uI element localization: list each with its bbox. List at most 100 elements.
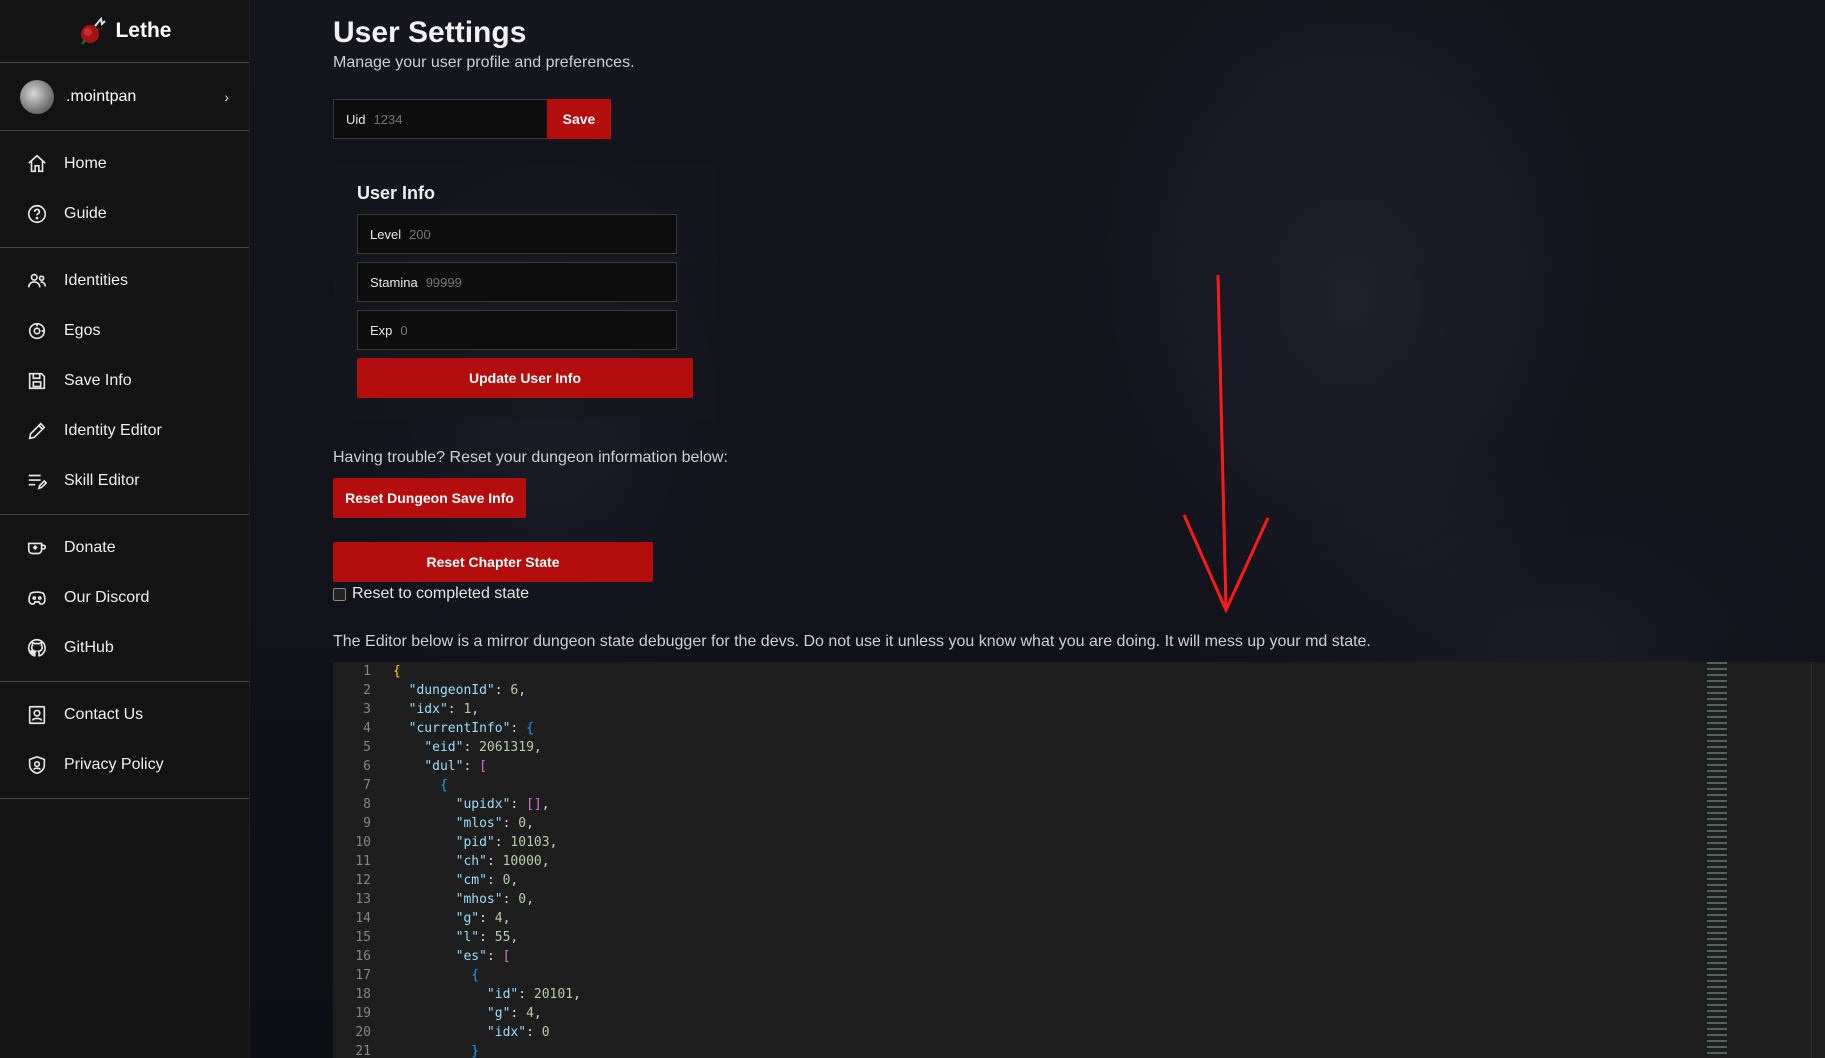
line-code: { [471, 968, 480, 983]
line-number: 12 [355, 873, 371, 888]
sidebar-item-label: Our Discord [64, 589, 150, 606]
line-number: 8 [363, 797, 371, 812]
home-icon [28, 154, 46, 173]
code-lines: 1{2 "dungeonId": 6, 3 "idx": 1, 4 "current… [333, 662, 581, 1058]
uid-form: Uid Save [333, 99, 611, 139]
sidebar-item-save-info[interactable]: Save Info [0, 356, 249, 406]
update-user-info-button[interactable]: Update User Info [357, 358, 693, 398]
save-uid-button[interactable]: Save [547, 99, 611, 139]
user-name: .mointpan [66, 87, 137, 105]
stamina-input[interactable] [425, 274, 676, 290]
editor-warning-text: The Editor below is a mirror dungeon sta… [333, 633, 1371, 650]
list-edit-icon [28, 474, 48, 490]
line-code: "g": 4, [455, 911, 511, 926]
line-number: 21 [355, 1044, 371, 1058]
sidebar-group: Home Guide [0, 131, 249, 248]
reset-completed-checkbox[interactable] [333, 587, 346, 601]
contact-icon [28, 705, 46, 725]
line-number: 15 [355, 930, 371, 945]
code-line: 7 { [333, 776, 581, 795]
line-number: 18 [355, 987, 371, 1002]
code-line: 21 } [333, 1042, 581, 1058]
exp-label: Exp [370, 322, 393, 338]
line-code: "l": 55, [455, 930, 519, 945]
line-code: { [439, 778, 448, 793]
reset-completed-option[interactable]: Reset to completed state [333, 585, 529, 603]
line-code: "idx": 0 [486, 1025, 550, 1040]
github-icon [27, 638, 46, 657]
code-line: 13 "mhos": 0, [333, 890, 581, 909]
ego-icon [28, 322, 46, 340]
line-number: 13 [355, 892, 371, 907]
sidebar-item-donate[interactable]: Donate [0, 523, 249, 573]
reset-help-text: Having trouble? Reset your dungeon infor… [333, 449, 728, 466]
line-code: "mhos": 0, [455, 892, 534, 907]
user-menu[interactable]: .mointpan › [0, 63, 249, 131]
page-subtitle: Manage your user profile and preferences… [333, 54, 635, 71]
sidebar-item-label: Guide [64, 205, 107, 222]
arrow-shaft [1216, 274, 1228, 609]
line-code: "idx": 1, [408, 702, 480, 717]
sidebar-item-identities[interactable]: Identities [0, 256, 249, 306]
sidebar-item-github[interactable]: GitHub [0, 623, 249, 673]
code-line: 16 "es": [ [333, 947, 581, 966]
line-code: "pid": 10103, [455, 835, 558, 850]
sidebar-item-label: Skill Editor [64, 472, 140, 489]
line-number: 19 [355, 1006, 371, 1021]
sidebar-group: Identities Egos Save Info Identity Editor Sk… [0, 248, 249, 515]
sidebar-item-guide[interactable]: Guide [0, 189, 249, 239]
sidebar-item-home[interactable]: Home [0, 139, 249, 189]
lethe-logo-icon [81, 16, 107, 45]
json-code-editor[interactable]: 1{2 "dungeonId": 6, 3 "idx": 1, 4 "current… [333, 662, 1825, 1058]
reset-chapter-state-button[interactable]: Reset Chapter State [333, 542, 653, 582]
red-arrow-annotation [1182, 274, 1270, 614]
app-name: Lethe [115, 19, 172, 42]
stamina-field[interactable]: Stamina [357, 262, 677, 302]
code-line: 8 "upidx": [], [333, 795, 581, 814]
sidebar-item-identity-editor[interactable]: Identity Editor [0, 406, 249, 456]
uid-input[interactable] [373, 111, 547, 127]
sidebar-item-contact-us[interactable]: Contact Us [0, 690, 249, 740]
code-line: 19 "g": 4, [333, 1004, 581, 1023]
reset-dungeon-save-button[interactable]: Reset Dungeon Save Info [333, 478, 526, 518]
exp-input[interactable] [400, 322, 676, 338]
chevron-right-icon: › [224, 88, 229, 105]
user-info-title: User Info [357, 183, 436, 203]
code-line: 10 "pid": 10103, [333, 833, 581, 852]
uid-field[interactable]: Uid [333, 99, 547, 139]
level-input[interactable] [409, 226, 676, 242]
code-line: 4 "currentInfo": { [333, 719, 581, 738]
code-line: 1{ [333, 662, 581, 681]
line-number: 2 [363, 683, 371, 698]
line-code: { [393, 664, 401, 679]
code-line: 15 "l": 55, [333, 928, 581, 947]
sidebar-item-label: Egos [64, 322, 101, 339]
editor-scrollbar[interactable] [1811, 662, 1825, 1058]
sidebar-item-egos[interactable]: Egos [0, 306, 249, 356]
line-code: "eid": 2061319, [424, 740, 542, 755]
kofi-icon [27, 542, 47, 555]
exp-field[interactable]: Exp [357, 310, 677, 350]
editor-minimap[interactable] [1707, 662, 1727, 1058]
sidebar-item-label: Privacy Policy [64, 756, 164, 773]
sidebar-item-our-discord[interactable]: Our Discord [0, 573, 249, 623]
code-line: 6 "dul": [ [333, 757, 581, 776]
line-number: 1 [363, 664, 371, 679]
line-number: 16 [355, 949, 371, 964]
line-code: "currentInfo": { [408, 721, 534, 736]
line-number: 5 [363, 740, 371, 755]
code-line: 2 "dungeonId": 6, [333, 681, 581, 700]
avatar [20, 79, 54, 114]
sidebar-item-label: Identity Editor [64, 422, 162, 439]
sidebar-item-label: Donate [64, 539, 116, 556]
sidebar-item-label: GitHub [64, 639, 114, 656]
line-code: "dungeonId": 6, [408, 683, 527, 698]
sidebar-item-privacy-policy[interactable]: Privacy Policy [0, 740, 249, 790]
sidebar-item-label: Contact Us [64, 706, 144, 723]
line-number: 6 [363, 759, 371, 774]
sidebar-item-skill-editor[interactable]: Skill Editor [0, 456, 249, 506]
brand[interactable]: Lethe [0, 0, 249, 63]
level-field[interactable]: Level [357, 214, 677, 254]
line-number: 17 [355, 968, 371, 983]
code-line: 5 "eid": 2061319, [333, 738, 581, 757]
